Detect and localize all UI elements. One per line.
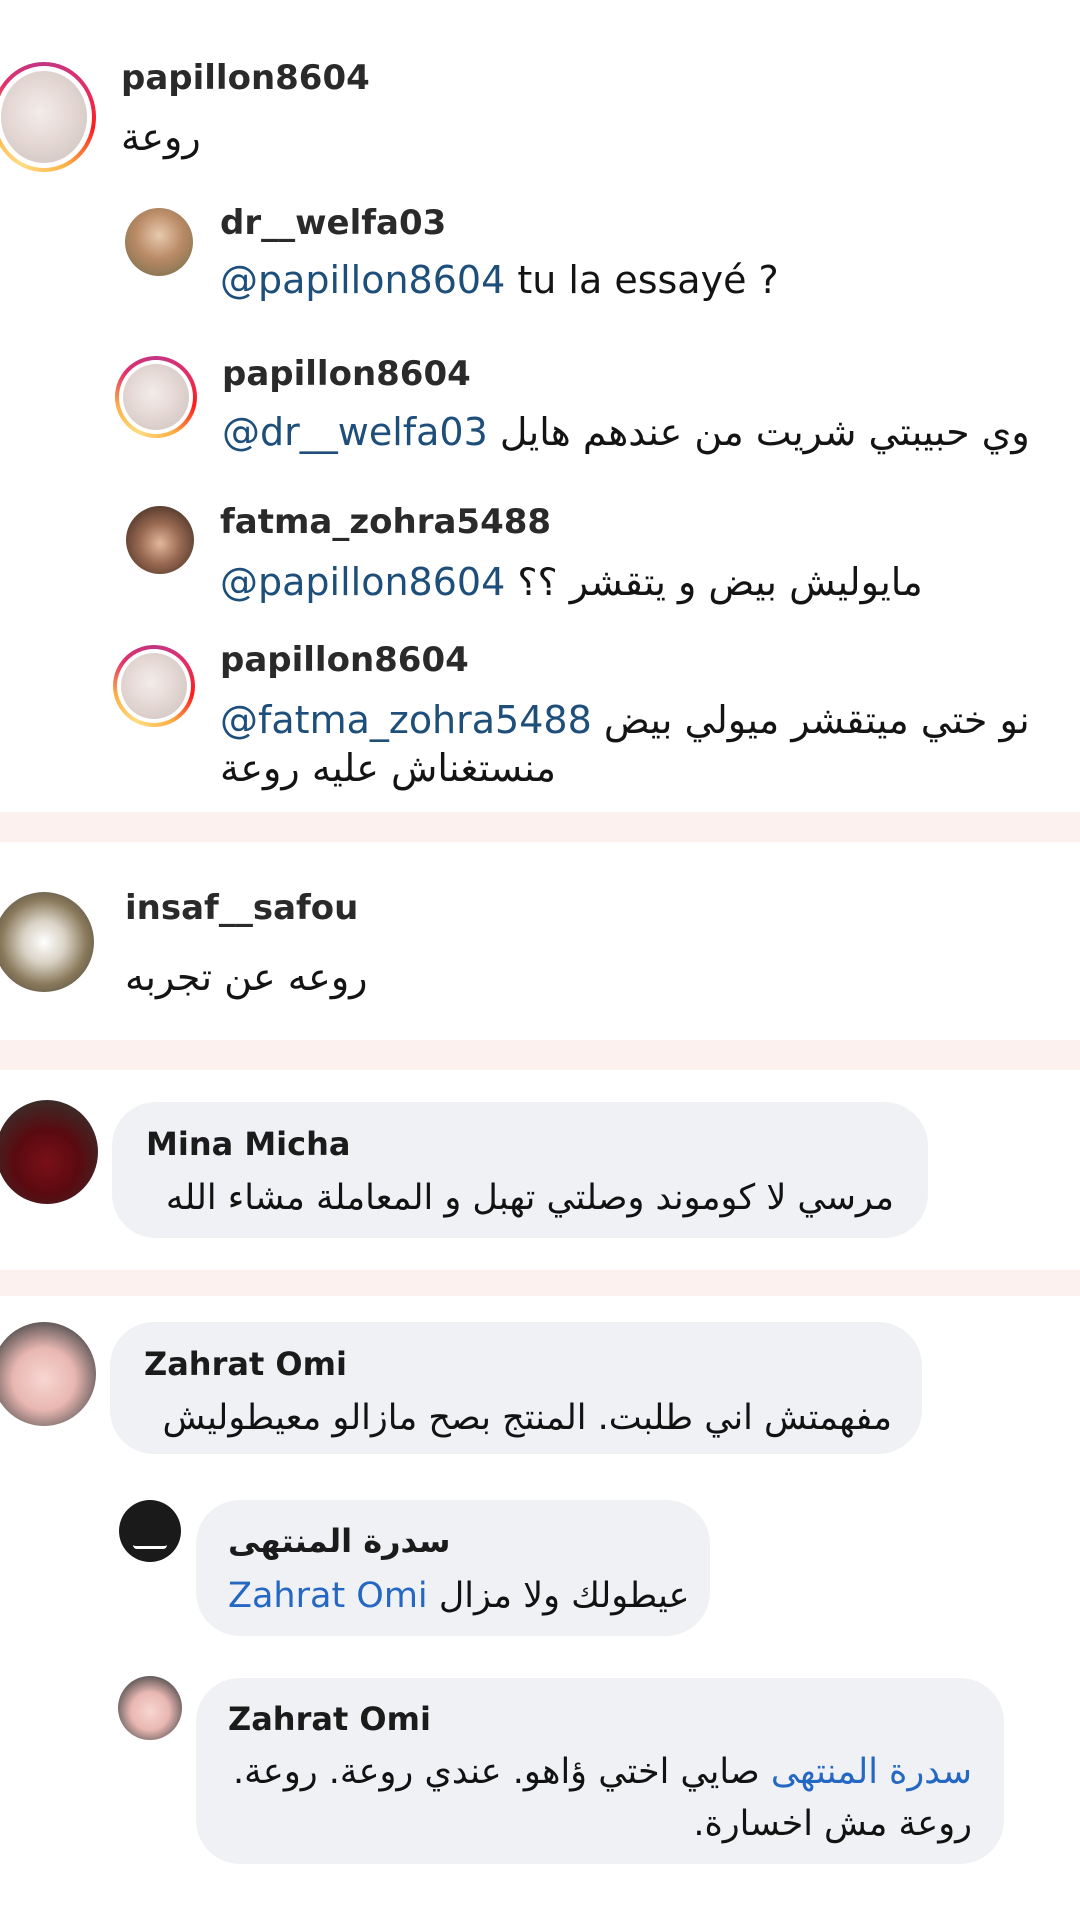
comment-username[interactable]: papillon8604 xyxy=(121,58,370,98)
reply-text: @dr__welfa03 وي حبيبتي شريت من عندهم هاي… xyxy=(222,410,1030,454)
avatar[interactable] xyxy=(119,1500,181,1562)
commenter-name[interactable]: Zahrat Omi xyxy=(228,1700,431,1738)
section-divider xyxy=(0,812,1080,842)
reply-username[interactable]: papillon8604 xyxy=(220,640,469,680)
reply-text: @fatma_zohra5488 نو ختي ميتقشر ميولي بيض xyxy=(220,698,1030,742)
reply-text: @papillon8604 مايوليش بيض و يتقشر ؟؟ xyxy=(220,560,923,604)
comment-text: روعة xyxy=(121,115,201,159)
reply-text: سدرة المنتهى صايي اختي ؤاهو. عندي روعة. … xyxy=(233,1752,972,1792)
avatar[interactable] xyxy=(126,506,194,574)
story-ring-avatar-papillon[interactable] xyxy=(0,62,96,172)
reply-username[interactable]: fatma_zohra5488 xyxy=(220,502,551,542)
mention-link[interactable]: @fatma_zohra5488 xyxy=(220,698,592,742)
story-ring-avatar-papillon[interactable] xyxy=(115,356,197,438)
comment-text: روعه عن تجربه xyxy=(125,955,368,999)
reply-username[interactable]: dr__welfa03 xyxy=(220,203,446,243)
tagged-user-link[interactable]: سدرة المنتهى xyxy=(771,1752,972,1792)
reply-text: @papillon8604 tu la essayé ? xyxy=(220,258,779,302)
reply-text-line2: روعة مش اخسارة. xyxy=(693,1804,972,1844)
avatar xyxy=(123,364,189,430)
section-divider xyxy=(0,1270,1080,1296)
tagged-user-link[interactable]: Zahrat Omi xyxy=(228,1576,428,1616)
commenter-name[interactable]: سدرة المنتهى xyxy=(228,1522,450,1560)
mention-link[interactable]: @dr__welfa03 xyxy=(222,410,488,454)
story-ring-avatar-papillon[interactable] xyxy=(113,645,195,727)
avatar[interactable] xyxy=(0,892,94,992)
avatar xyxy=(1,71,87,163)
reply-username[interactable]: papillon8604 xyxy=(222,354,471,394)
mention-link[interactable]: @papillon8604 xyxy=(220,560,505,604)
comment-username[interactable]: insaf__safou xyxy=(125,888,358,928)
mention-link[interactable]: @papillon8604 xyxy=(220,258,505,302)
reply-text: Zahrat Omi عيطولك ولا مزال xyxy=(228,1576,690,1616)
avatar[interactable] xyxy=(125,208,193,276)
avatar[interactable] xyxy=(0,1322,96,1426)
section-divider xyxy=(0,1040,1080,1070)
comment-text: مفهمتش اني طلبت. المنتج بصح مازالو معيطو… xyxy=(162,1398,892,1438)
logo-icon xyxy=(133,1516,167,1549)
comment-text: مرسي لا كوموند وصلتي تهبل و المعاملة مشا… xyxy=(165,1178,894,1218)
reply-text-line2: منستغناش عليه روعة xyxy=(220,746,556,790)
commenter-name[interactable]: Mina Micha xyxy=(146,1125,350,1163)
avatar xyxy=(121,653,187,719)
commenter-name[interactable]: Zahrat Omi xyxy=(144,1345,347,1383)
avatar[interactable] xyxy=(118,1676,182,1740)
avatar[interactable] xyxy=(0,1100,98,1204)
